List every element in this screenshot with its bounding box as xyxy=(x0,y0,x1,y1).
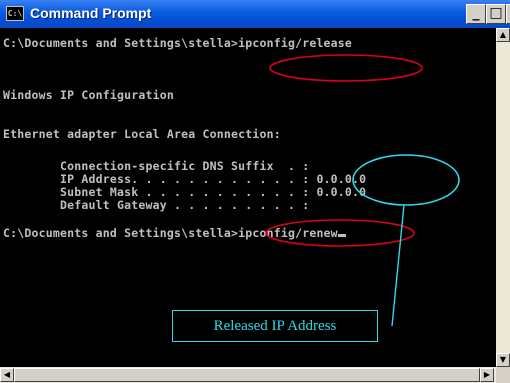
console-icon[interactable]: C:\ xyxy=(6,6,24,21)
console-line: C:\Documents and Settings\stella>ipconfi… xyxy=(3,36,353,50)
scroll-down-icon[interactable]: ▼ xyxy=(496,353,510,367)
close-button[interactable]: x xyxy=(506,4,510,24)
scroll-left-icon[interactable]: ◀ xyxy=(0,368,14,382)
released-ip-callout: Released IP Address xyxy=(172,310,378,342)
horizontal-scroll-thumb[interactable] xyxy=(14,368,480,382)
console-line: IP Address. . . . . . . . . . . . : 0.0.… xyxy=(3,172,367,186)
console-line: Windows IP Configuration xyxy=(3,88,174,102)
scrollbar-corner xyxy=(496,367,510,383)
vertical-scrollbar[interactable]: ▲ ▼ xyxy=(496,28,510,367)
console-line: Ethernet adapter Local Area Connection: xyxy=(3,127,281,141)
title-bar[interactable]: C:\ Command Prompt _ □ x xyxy=(0,0,510,28)
console-line: Default Gateway . . . . . . . . . : xyxy=(3,198,310,212)
console-line: Subnet Mask . . . . . . . . . . . : 0.0.… xyxy=(3,185,367,199)
scroll-up-icon[interactable]: ▲ xyxy=(496,28,510,42)
minimize-button[interactable]: _ xyxy=(466,4,486,24)
scroll-right-icon[interactable]: ▶ xyxy=(480,368,494,382)
maximize-button[interactable]: □ xyxy=(486,4,506,24)
console-line: Connection-specific DNS Suffix . : xyxy=(3,159,310,173)
horizontal-scrollbar[interactable]: ◀ ▶ xyxy=(0,367,496,383)
console-line: C:\Documents and Settings\stella>ipconfi… xyxy=(3,226,338,240)
console-prompt-line[interactable]: C:\Documents and Settings\stella>ipconfi… xyxy=(3,226,346,240)
text-cursor xyxy=(337,234,346,237)
window-title: Command Prompt xyxy=(30,5,152,21)
